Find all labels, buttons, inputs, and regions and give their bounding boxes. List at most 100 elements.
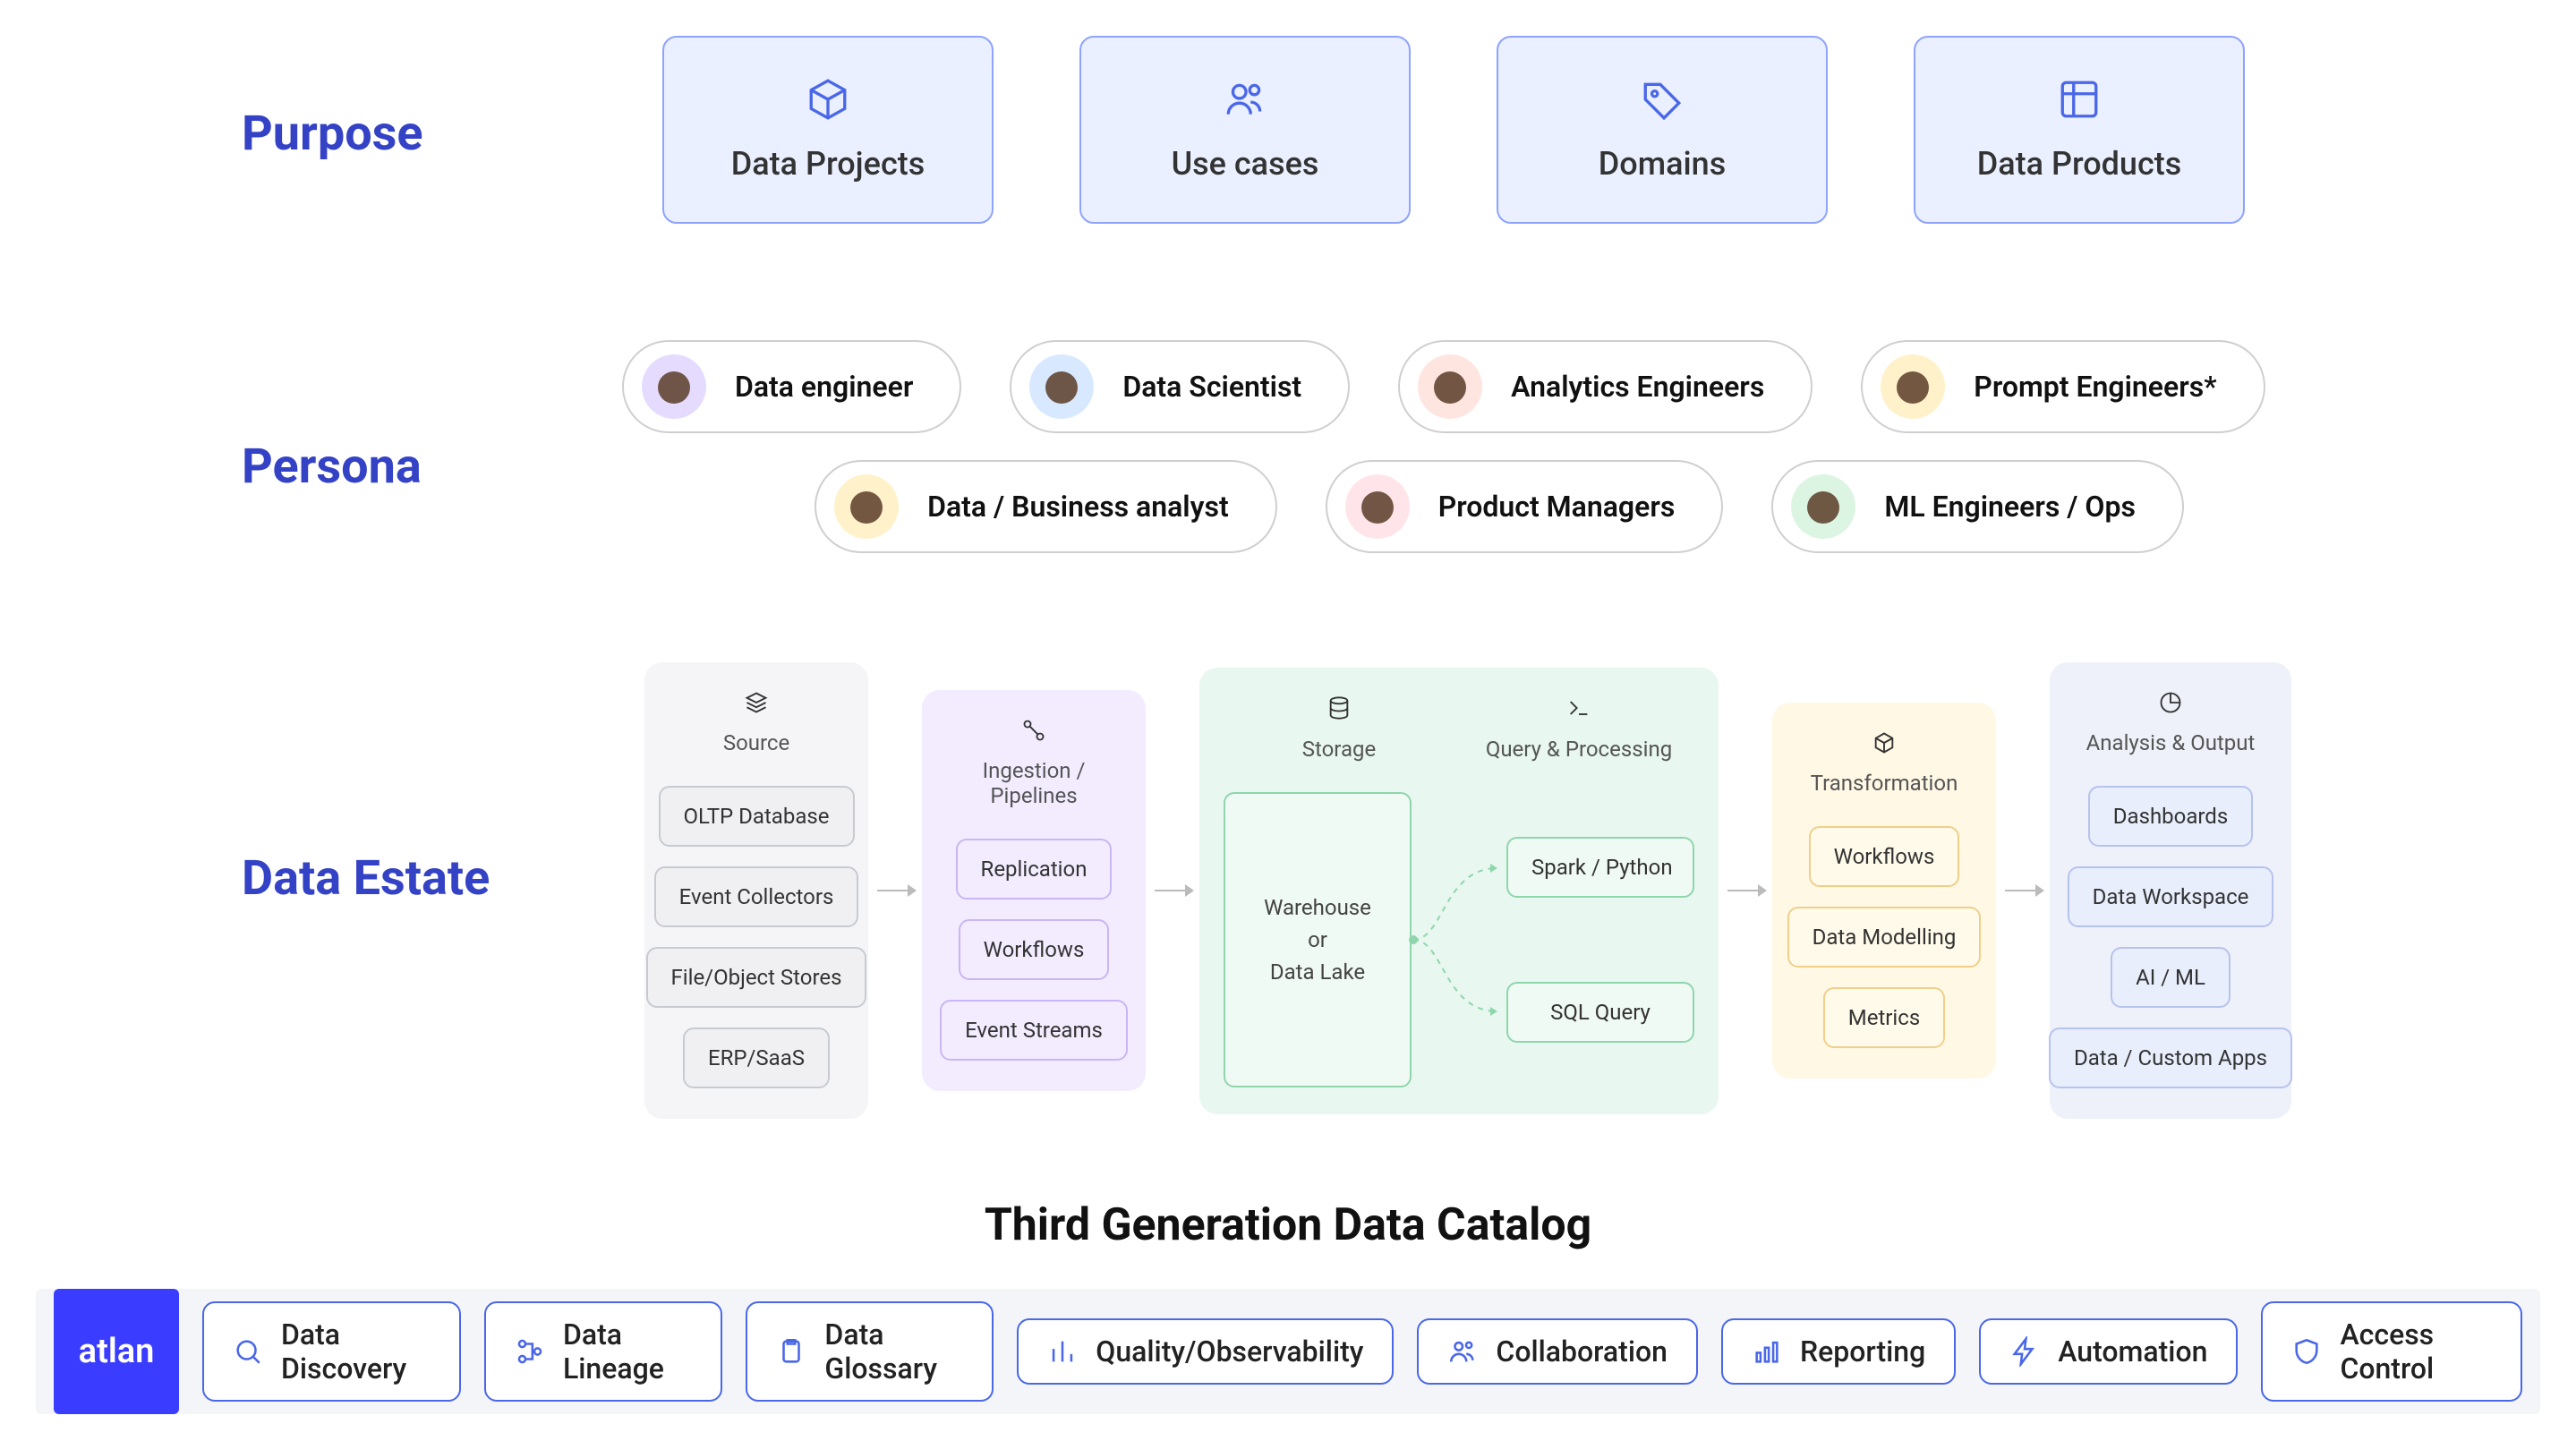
feature-reporting: Reporting [1721, 1318, 1956, 1385]
purpose-label: Data Projects [731, 145, 925, 183]
avatar-icon [1881, 354, 1945, 419]
section-label-estate: Data Estate [242, 850, 490, 907]
feature-label: Automation [2058, 1334, 2207, 1369]
purpose-label: Use cases [1172, 145, 1319, 183]
persona-rows: Data engineer Data Scientist Analytics E… [622, 340, 2376, 553]
layers-icon [744, 687, 769, 718]
feature-label: Quality/Observability [1096, 1334, 1363, 1369]
pipeline-icon [1021, 715, 1046, 746]
people-icon [1447, 1336, 1478, 1367]
branch-icon [515, 1336, 545, 1367]
purpose-card-use-cases: Use cases [1079, 36, 1411, 224]
estate-item: ERP/SaaS [683, 1027, 830, 1088]
persona-prompt-engineers: Prompt Engineers* [1861, 340, 2265, 433]
feature-label: Data Lineage [563, 1317, 692, 1386]
estate-col-source: Source OLTP Database Event Collectors Fi… [644, 662, 868, 1119]
feature-data-glossary: Data Glossary [746, 1301, 994, 1402]
purpose-card-data-projects: Data Projects [662, 36, 994, 224]
catalog-feature-bar: atlan Data Discovery Data Lineage Data G… [36, 1289, 2540, 1414]
avatar-icon [834, 474, 899, 539]
estate-col-transform: Transformation Workflows Data Modelling … [1772, 703, 1996, 1079]
estate-item: Data Workspace [2068, 866, 2274, 927]
estate-col-title: Source [723, 730, 789, 755]
clipboard-icon [776, 1336, 806, 1367]
users-icon [1223, 77, 1267, 122]
persona-label: Product Managers [1438, 490, 1676, 524]
feature-collaboration: Collaboration [1417, 1318, 1698, 1385]
persona-label: ML Engineers / Ops [1884, 490, 2136, 524]
persona-data-engineer: Data engineer [622, 340, 961, 433]
estate-item: OLTP Database [659, 786, 855, 847]
dashed-branch-icon [1408, 823, 1506, 1056]
persona-label: Data / Business analyst [927, 490, 1229, 524]
purpose-label: Data Products [1977, 145, 2182, 183]
persona-business-analyst: Data / Business analyst [815, 460, 1277, 553]
estate-col-title: Query & Processing [1459, 737, 1699, 762]
persona-product-managers: Product Managers [1326, 460, 1724, 553]
catalog-title: Third Generation Data Catalog [0, 1199, 2576, 1251]
avatar-icon [1345, 474, 1410, 539]
database-icon [1326, 693, 1352, 723]
persona-label: Prompt Engineers* [1974, 370, 2216, 404]
estate-item: Dashboards [2088, 786, 2253, 847]
section-label-purpose: Purpose [242, 106, 423, 162]
purpose-row: Data Projects Use cases Domains Data Pro… [662, 36, 2245, 224]
estate-item: SQL Query [1506, 982, 1694, 1043]
persona-label: Analytics Engineers [1511, 370, 1764, 404]
estate-col-title: Transformation [1811, 771, 1958, 796]
purpose-card-data-products: Data Products [1914, 36, 2245, 224]
estate-item: Event Streams [940, 1000, 1128, 1061]
cube-small-icon [1872, 728, 1897, 758]
persona-label: Data engineer [735, 370, 913, 404]
section-label-persona: Persona [242, 439, 422, 495]
estate-item: Metrics [1823, 987, 1945, 1048]
estate-col-title: Ingestion / Pipelines [942, 758, 1126, 808]
estate-col-storage: Storage Query & Processing Warehouse or … [1199, 668, 1719, 1114]
estate-col-output: Analysis & Output Dashboards Data Worksp… [2050, 662, 2291, 1119]
estate-col-title: Analysis & Output [2086, 730, 2256, 755]
feature-quality: Quality/Observability [1017, 1318, 1394, 1385]
persona-label: Data Scientist [1122, 370, 1301, 404]
feature-label: Data Discovery [281, 1317, 431, 1386]
bolt-icon [2009, 1336, 2040, 1367]
avatar-icon [642, 354, 706, 419]
data-estate-row: Source OLTP Database Event Collectors Fi… [644, 662, 2291, 1119]
avatar-icon [1791, 474, 1855, 539]
estate-item: Workflows [959, 919, 1110, 980]
purpose-label: Domains [1599, 145, 1726, 183]
estate-item: Replication [956, 839, 1113, 900]
cube-icon [806, 77, 850, 122]
feature-data-discovery: Data Discovery [202, 1301, 461, 1402]
avatar-icon [1029, 354, 1094, 419]
purpose-card-domains: Domains [1497, 36, 1828, 224]
persona-line-1: Data engineer Data Scientist Analytics E… [622, 340, 2376, 433]
bars-icon [1047, 1336, 1078, 1367]
feature-automation: Automation [1979, 1318, 2238, 1385]
estate-item: File/Object Stores [646, 947, 867, 1008]
chart-icon [1752, 1336, 1782, 1367]
search-icon [233, 1336, 263, 1367]
feature-label: Collaboration [1496, 1334, 1668, 1369]
estate-item: Data Modelling [1787, 907, 1982, 968]
pie-icon [2158, 687, 2183, 718]
persona-analytics-engineers: Analytics Engineers [1398, 340, 1813, 433]
feature-label: Reporting [1800, 1334, 1925, 1369]
feature-label: Access Control [2340, 1317, 2492, 1386]
persona-line-2: Data / Business analyst Product Managers… [622, 460, 2376, 553]
persona-data-scientist: Data Scientist [1010, 340, 1350, 433]
feature-data-lineage: Data Lineage [484, 1301, 722, 1402]
estate-col-ingest: Ingestion / Pipelines Replication Workfl… [922, 690, 1146, 1091]
estate-col-title: Storage [1219, 737, 1459, 762]
feature-access-control: Access Control [2261, 1301, 2522, 1402]
persona-ml-engineers: ML Engineers / Ops [1771, 460, 2184, 553]
avatar-icon [1418, 354, 1482, 419]
brand-logo: atlan [54, 1289, 179, 1414]
shield-icon [2291, 1336, 2322, 1367]
estate-item: Event Collectors [654, 866, 859, 927]
estate-item: Spark / Python [1506, 837, 1694, 898]
tag-icon [1640, 77, 1685, 122]
estate-item: Workflows [1809, 826, 1960, 887]
grid-icon [2057, 77, 2102, 122]
estate-item-warehouse: Warehouse or Data Lake [1224, 792, 1412, 1087]
estate-item: Data / Custom Apps [2049, 1027, 2292, 1088]
